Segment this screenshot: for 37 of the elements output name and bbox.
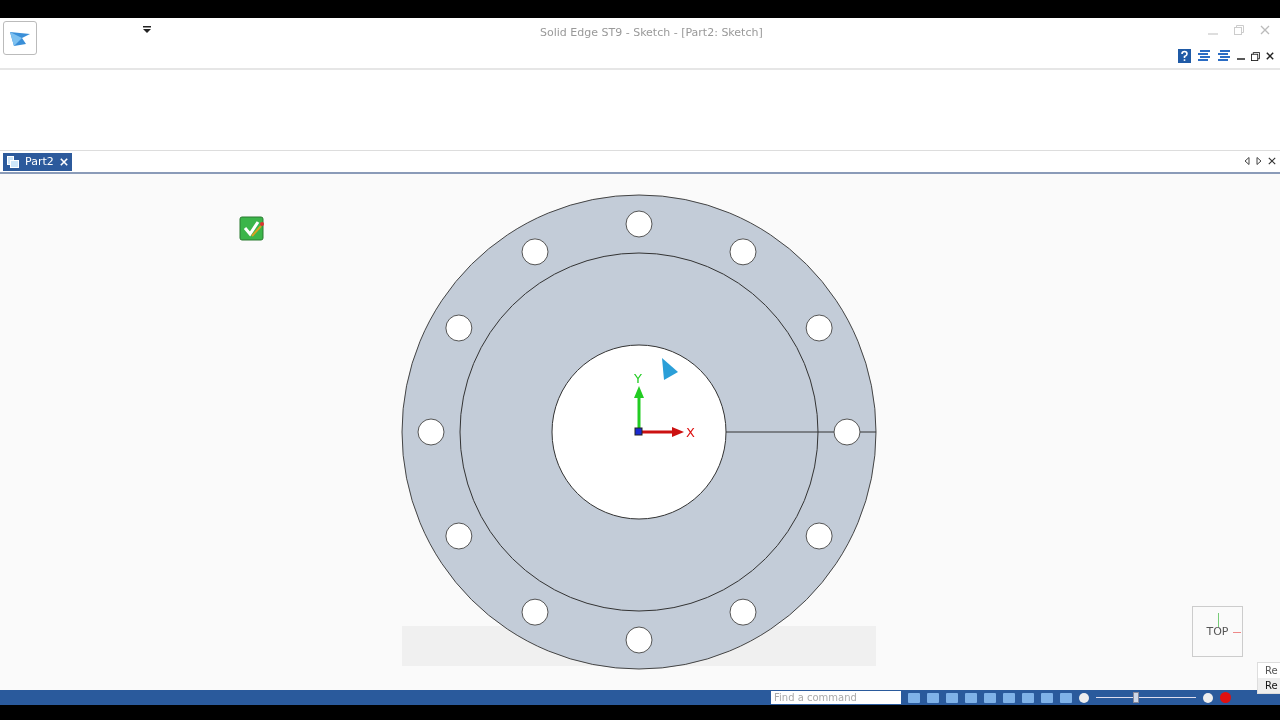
x-axis-label: X xyxy=(686,425,695,440)
list-icon[interactable] xyxy=(1197,50,1211,62)
help-icon[interactable] xyxy=(1178,49,1191,63)
bolt-hole xyxy=(625,626,653,654)
application-button[interactable] xyxy=(3,21,37,55)
slider-thumb[interactable] xyxy=(1133,692,1139,703)
document-tab[interactable]: Part2 xyxy=(3,152,72,171)
bolt-hole xyxy=(445,522,473,550)
left-arrow-icon[interactable] xyxy=(1244,157,1250,165)
bolt-hole xyxy=(417,418,445,446)
command-search-field[interactable]: Find a command xyxy=(771,691,901,704)
window-title: Solid Edge ST9 - Sketch - [Part2: Sketch] xyxy=(540,26,763,39)
bolt-hole xyxy=(521,598,549,626)
part-icon xyxy=(7,155,19,168)
bolt-hole xyxy=(445,314,473,342)
zoom-out-icon[interactable] xyxy=(1079,692,1089,703)
view-cube[interactable]: TOP xyxy=(1192,606,1243,657)
bolt-hole xyxy=(805,314,833,342)
bolt-hole xyxy=(625,210,653,238)
restore-icon[interactable] xyxy=(1251,51,1260,61)
y-axis-label: Y xyxy=(634,371,642,386)
close-icon[interactable] xyxy=(1266,52,1274,60)
bolt-hole xyxy=(729,238,757,266)
bolt-hole xyxy=(805,522,833,550)
origin-icon xyxy=(634,427,643,436)
bolt-hole xyxy=(833,418,861,446)
popup-item[interactable]: Re xyxy=(1258,663,1280,678)
right-arrow-icon[interactable] xyxy=(1256,157,1262,165)
bolt-hole xyxy=(521,238,549,266)
dropdown-icon[interactable] xyxy=(143,26,151,33)
sketch-check-icon[interactable] xyxy=(239,216,264,241)
list-icon[interactable] xyxy=(1217,50,1231,62)
popup-item[interactable]: Re xyxy=(1258,678,1280,693)
zoom-in-icon[interactable] xyxy=(1203,692,1213,703)
cursor-icon[interactable] xyxy=(662,358,678,380)
bolt-hole xyxy=(729,598,757,626)
close-icon[interactable] xyxy=(1268,157,1276,165)
